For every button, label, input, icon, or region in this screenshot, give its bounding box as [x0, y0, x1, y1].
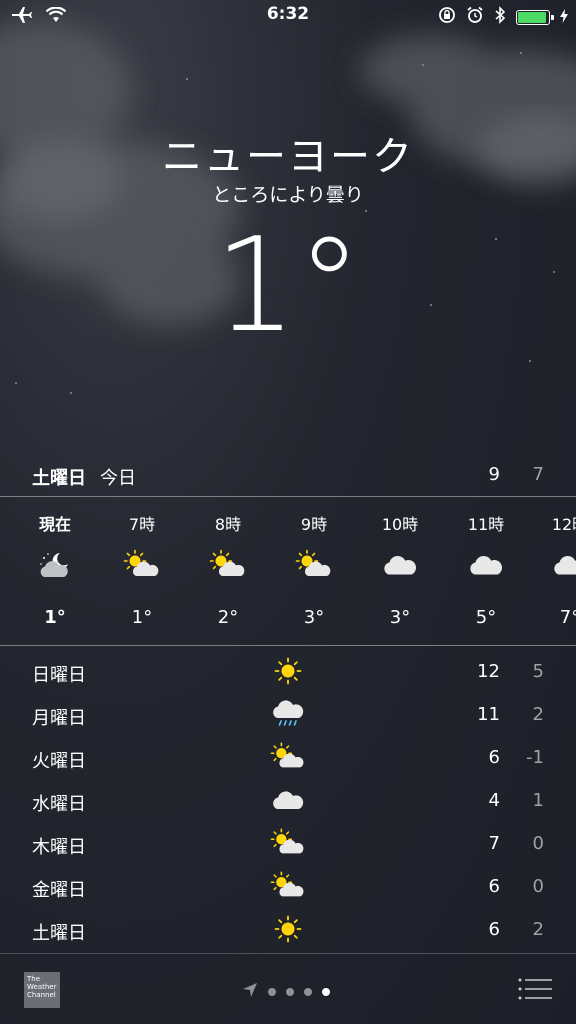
location-arrow-icon	[242, 982, 258, 1002]
cloud-icon	[551, 549, 576, 581]
page-indicator[interactable]	[242, 982, 330, 1002]
weekday-label: 木曜日	[32, 837, 86, 858]
daily-row: 月曜日 11 2	[0, 693, 576, 736]
today-summary: 土曜日 今日 9 7	[0, 458, 576, 497]
rotation-lock-icon	[438, 6, 456, 28]
list-icon	[518, 978, 552, 1000]
hour-label: 12時	[551, 515, 576, 534]
hour-temperature: 3°	[389, 607, 411, 628]
low-temperature: 0	[532, 876, 544, 897]
city-name: ニューヨーク	[162, 134, 414, 180]
low-temperature: 2	[532, 704, 544, 725]
weekday-label: 火曜日	[32, 751, 86, 772]
sun-cloud-icon	[295, 549, 333, 581]
high-temperature: 6	[488, 919, 500, 940]
hour-label: 現在	[38, 515, 71, 534]
weather-condition: ところにより曇り	[212, 184, 364, 206]
hour-label: 11時	[467, 515, 505, 534]
today-high: 9	[488, 464, 500, 485]
hourly-forecast[interactable]: 現在 1° 7時 1° 8時 2° 9時 3° 10時 3° 11時 5° 12…	[0, 497, 576, 646]
weekday-label: 水曜日	[32, 794, 86, 815]
sun-icon	[270, 914, 306, 944]
sun-icon	[270, 656, 306, 686]
city-list-button[interactable]	[518, 978, 552, 1000]
current-temperature: 1°	[214, 209, 362, 361]
status-bar: 6:32	[0, 0, 576, 32]
bottom-toolbar: The Weather Channel	[0, 960, 576, 1024]
weekday-label: 日曜日	[32, 665, 86, 686]
daily-row: 金曜日 6 0	[0, 865, 576, 908]
daily-forecast: 日曜日 12 5 月曜日 11 2 火曜日 6 -1 水曜日 4 1 木曜日 7…	[0, 648, 576, 954]
today-weekday: 土曜日	[32, 468, 86, 489]
hour-label: 9時	[300, 515, 328, 534]
daily-row: 火曜日 6 -1	[0, 736, 576, 779]
page-dot[interactable]	[304, 988, 312, 996]
page-dot[interactable]	[286, 988, 294, 996]
hour-temperature: 7°	[559, 607, 576, 628]
logo-line: Weather	[27, 983, 57, 991]
low-temperature: 1	[532, 790, 544, 811]
low-temperature: 5	[532, 661, 544, 682]
hour-temperature: 1°	[44, 607, 66, 628]
hour-temperature: 3°	[303, 607, 325, 628]
weekday-label: 月曜日	[32, 708, 86, 729]
cloud-icon	[270, 785, 306, 815]
daily-row: 日曜日 12 5	[0, 650, 576, 693]
high-temperature: 7	[488, 833, 500, 854]
sun-cloud-icon	[123, 549, 161, 581]
daily-row: 木曜日 7 0	[0, 822, 576, 865]
hour-temperature: 1°	[131, 607, 153, 628]
logo-line: Channel	[27, 991, 56, 999]
page-dot-active[interactable]	[322, 988, 330, 996]
charging-icon	[560, 8, 568, 27]
sun-cloud-icon	[270, 871, 306, 901]
battery-icon	[516, 9, 554, 25]
weekday-label: 金曜日	[32, 880, 86, 901]
high-temperature: 6	[488, 747, 500, 768]
hour-temperature: 5°	[475, 607, 497, 628]
low-temperature: 0	[532, 833, 544, 854]
rain-cloud-icon	[270, 699, 306, 729]
today-label: 今日	[100, 468, 136, 489]
low-temperature: 2	[532, 919, 544, 940]
high-temperature: 6	[488, 876, 500, 897]
high-temperature: 4	[488, 790, 500, 811]
weather-channel-logo[interactable]: The Weather Channel	[24, 972, 60, 1008]
moon-cloud-icon	[36, 549, 74, 581]
hour-label: 10時	[381, 515, 419, 534]
hour-temperature: 2°	[217, 607, 239, 628]
daily-row: 土曜日 6 2	[0, 908, 576, 951]
cloud-icon	[381, 549, 419, 581]
high-temperature: 12	[477, 661, 500, 682]
alarm-icon	[466, 6, 484, 28]
today-low: 7	[532, 464, 544, 485]
sun-cloud-icon	[270, 828, 306, 858]
high-temperature: 11	[477, 704, 500, 725]
hour-label: 7時	[128, 515, 156, 534]
page-dot[interactable]	[268, 988, 276, 996]
low-temperature: -1	[526, 747, 544, 768]
cloud-icon	[467, 549, 505, 581]
logo-line: The	[27, 975, 41, 983]
daily-row: 水曜日 4 1	[0, 779, 576, 822]
sun-cloud-icon	[209, 549, 247, 581]
weekday-label: 土曜日	[32, 923, 86, 944]
bluetooth-icon	[494, 6, 506, 28]
sun-cloud-icon	[270, 742, 306, 772]
hour-label: 8時	[214, 515, 242, 534]
